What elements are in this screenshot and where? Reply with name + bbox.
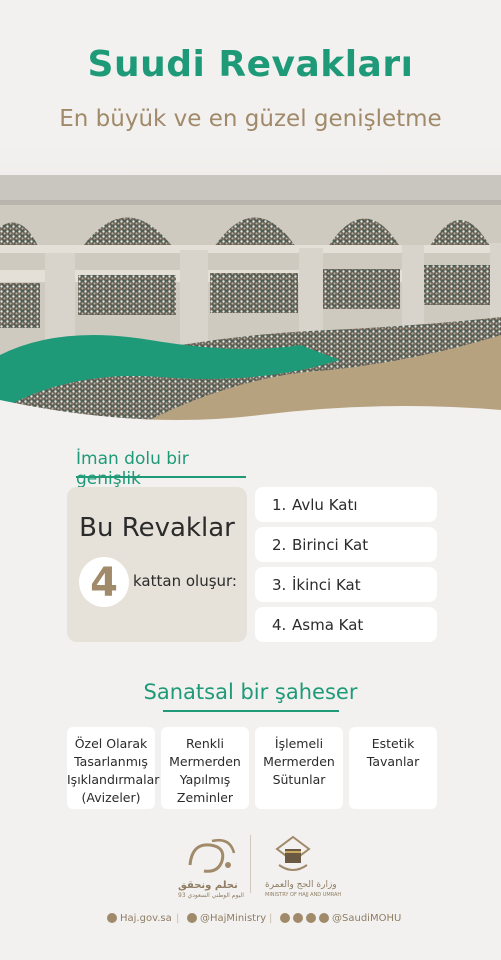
national-day-emblem-icon: [188, 839, 236, 873]
list-item: 3. İkinci Kat: [255, 567, 437, 602]
list-label: Birinci Kat: [292, 536, 369, 554]
box-text: kattan oluşur:: [133, 572, 237, 590]
facebook-icon: [280, 913, 290, 923]
website-text: Haj.gov.sa: [120, 913, 172, 924]
youtube-icon: [293, 913, 303, 923]
list-number: 3.: [272, 576, 287, 594]
list-item: 1. Avlu Katı: [255, 487, 437, 522]
national-day-subtext: اليوم الوطني السعودي 93: [178, 892, 244, 899]
footer-social[interactable]: @SaudiMOHU: [280, 913, 401, 924]
twitter-icon: [187, 913, 197, 923]
feature-card-text: Özel Olarak Tasarlanmış Işıklandırmalar …: [67, 736, 160, 805]
ministry-emblem-icon: [275, 835, 311, 871]
list-label: İkinci Kat: [292, 576, 361, 594]
national-day-text: نحلم ونحقق: [178, 880, 238, 891]
footer-twitter[interactable]: @HajMinistry: [187, 913, 266, 924]
section-heading-expansion: İman dolu bir genişlik: [76, 449, 189, 489]
feature-card-text: İşlemeli Mermerden Sütunlar: [263, 736, 335, 787]
feature-card: Özel Olarak Tasarlanmış Işıklandırmalar …: [67, 727, 160, 809]
box-title: Bu Revaklar: [79, 513, 235, 543]
feature-card: İşlemeli Mermerden Sütunlar: [255, 727, 343, 809]
heading-underline: [76, 476, 246, 478]
list-label: Avlu Katı: [292, 496, 358, 514]
list-number: 2.: [272, 536, 287, 554]
ministry-logo: [275, 835, 311, 877]
twitter-handle: @HajMinistry: [200, 913, 267, 924]
hero-arcade-image: [0, 145, 501, 435]
list-item: 2. Birinci Kat: [255, 527, 437, 562]
page-subtitle: En büyük ve en güzel genişletme: [59, 106, 442, 132]
tiktok-icon: [306, 913, 316, 923]
footer-separator: |: [269, 913, 273, 924]
footer-separator: |: [176, 913, 180, 924]
ministry-name-english: MINISTRY OF HAJJ AND UMRAH: [265, 892, 342, 898]
footer-website[interactable]: Haj.gov.sa: [107, 913, 172, 924]
feature-card: Estetik Tavanlar: [349, 727, 437, 809]
list-number: 1.: [272, 496, 287, 514]
instagram-icon: [319, 913, 329, 923]
globe-icon: [107, 913, 117, 923]
social-handle: @SaudiMOHU: [332, 913, 402, 924]
floor-count-badge: 4: [79, 557, 129, 607]
page-title: Suudi Revakları: [87, 44, 414, 85]
list-number: 4.: [272, 616, 287, 634]
ministry-name-arabic: وزارة الحج والعمرة: [265, 880, 337, 890]
logo-divider: [250, 835, 251, 893]
infographic-page: Suudi Revakları En büyük ve en güzel gen…: [0, 0, 501, 960]
feature-card-text: Renkli Mermerden Yapılmış Zeminler: [169, 736, 241, 805]
section-heading-masterpiece: Sanatsal bir şaheser: [143, 680, 358, 704]
feature-card-text: Estetik Tavanlar: [366, 736, 420, 769]
heading-underline: [163, 710, 339, 712]
list-label: Asma Kat: [292, 616, 364, 634]
list-item: 4. Asma Kat: [255, 607, 437, 642]
national-day-logo: [182, 835, 242, 881]
floors-summary-box: Bu Revaklar 4 kattan oluşur:: [67, 487, 247, 642]
feature-card: Renkli Mermerden Yapılmış Zeminler: [161, 727, 249, 809]
